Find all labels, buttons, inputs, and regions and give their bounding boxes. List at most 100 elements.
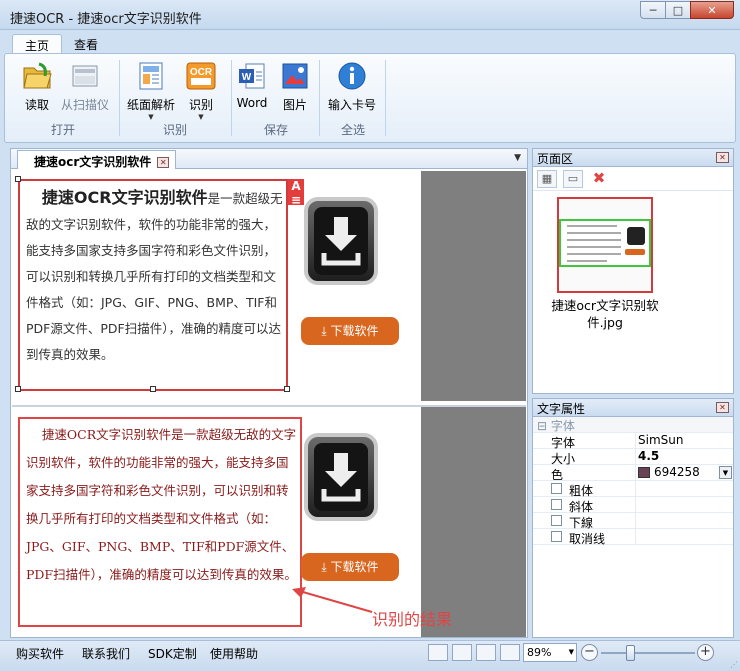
pages-pane: 页面区 ✕ ▦ ▭ ✖ 捷速ocr文字识别软件.jpg: [532, 148, 734, 394]
thumbnail-view-icon[interactable]: ▦: [537, 169, 557, 188]
recognized-page: 捷速OCR文字识别软件是一款超级无敌的文字识别软件，软件的功能非常的强大，能支持…: [12, 405, 526, 637]
group-recognize: 纸面解析 ▼ OCR 识别 ▼ 识别: [121, 58, 229, 140]
contact-us-link[interactable]: 联系我们: [82, 645, 130, 662]
color-dropdown-icon[interactable]: ▼: [719, 466, 732, 479]
prop-color[interactable]: 色 694258 ▼: [533, 465, 733, 482]
color-swatch: [638, 467, 650, 478]
svg-text:W: W: [242, 72, 252, 83]
ocr-icon: OCR: [186, 62, 216, 90]
blank-page-icon[interactable]: ▭: [563, 169, 583, 188]
prop-strikethrough[interactable]: 取消线: [533, 529, 733, 546]
bold-checkbox[interactable]: [551, 483, 562, 494]
prop-size[interactable]: 大小 4.5: [533, 449, 733, 466]
resize-handle[interactable]: [15, 386, 21, 392]
read-button[interactable]: 读取: [19, 60, 55, 113]
tab-home[interactable]: 主页: [12, 34, 63, 54]
download-software-button: ⤓ 下载软件: [301, 317, 399, 345]
enter-card-number-button[interactable]: 输入卡号: [323, 60, 381, 113]
resize-handle[interactable]: [150, 386, 156, 392]
page-analysis-button[interactable]: 纸面解析 ▼: [123, 60, 179, 121]
annotation-arrow-icon: [292, 587, 373, 613]
recognize-button[interactable]: OCR 识别 ▼: [183, 60, 219, 121]
title-bar: 捷速OCR - 捷速ocr文字识别软件 ─ □ ✕: [0, 0, 740, 30]
italic-checkbox[interactable]: [551, 499, 562, 510]
window-controls: ─ □ ✕: [640, 1, 734, 19]
resize-grip[interactable]: ⋰: [730, 660, 738, 669]
close-button[interactable]: ✕: [690, 1, 734, 19]
prop-underline[interactable]: 下線: [533, 513, 733, 530]
folder-open-icon: [23, 62, 52, 89]
delete-page-icon[interactable]: ✖: [589, 170, 609, 188]
zoom-in-icon[interactable]: +: [697, 644, 714, 661]
zoom-slider-track[interactable]: [601, 652, 695, 654]
ribbon-separator: [119, 60, 120, 136]
status-bar: 购买软件 联系我们 SDK定制 使用帮助 89% ▼ − + ⋰: [0, 640, 740, 671]
close-pane-icon[interactable]: ✕: [716, 152, 729, 163]
strikethrough-checkbox[interactable]: [551, 531, 562, 542]
group-open: 读取 从扫描仪 打开: [11, 58, 115, 140]
buy-software-link[interactable]: 购买软件: [16, 645, 64, 662]
svg-text:OCR: OCR: [190, 67, 213, 78]
zoom-slider-thumb[interactable]: [626, 645, 635, 661]
font-category[interactable]: ⊟ 字体: [533, 417, 733, 433]
scanner-button[interactable]: 从扫描仪: [59, 60, 111, 113]
size-value[interactable]: 4.5: [635, 449, 733, 464]
page-thumbnail[interactable]: [557, 197, 653, 293]
prop-italic[interactable]: 斜体: [533, 497, 733, 514]
download-arrow-icon: [321, 217, 361, 266]
prop-bold[interactable]: 粗体: [533, 481, 733, 498]
close-pane-icon[interactable]: ✕: [716, 402, 729, 413]
image-view-icon[interactable]: [452, 644, 472, 661]
document-tab[interactable]: 捷速ocr文字识别软件 ✕: [17, 150, 177, 169]
save-word-button[interactable]: W Word: [233, 60, 271, 110]
fit-page-icon[interactable]: [428, 644, 448, 661]
text-view-icon[interactable]: [476, 644, 496, 661]
help-link[interactable]: 使用帮助: [210, 645, 258, 662]
group-label-select-all: 全选: [340, 123, 365, 137]
group-label-open: 打开: [50, 123, 75, 137]
sdk-custom-link[interactable]: SDK定制: [148, 645, 197, 662]
dropdown-arrow-icon: ▼: [148, 113, 154, 121]
ribbon-separator: [319, 60, 320, 136]
close-tab-icon[interactable]: ✕: [157, 157, 170, 168]
resize-handle[interactable]: [15, 176, 21, 182]
zoom-out-icon[interactable]: −: [581, 644, 598, 661]
recognition-region[interactable]: [18, 179, 288, 391]
scanner-icon: [72, 65, 98, 87]
underline-checkbox[interactable]: [551, 515, 562, 526]
ribbon-tabs: 主页 查看: [0, 30, 740, 54]
page-layout-icon: [139, 62, 163, 90]
annotation-label: 识别的结果: [372, 610, 453, 629]
prop-font[interactable]: 字体 SimSun: [533, 433, 733, 450]
document-pane: 捷速ocr文字识别软件 ✕ ▼ 捷速OCR文字识别软件是一款超级无敌的文字识别软件…: [10, 148, 528, 638]
download-app-icon: [304, 197, 378, 285]
text-region-badge[interactable]: A ≡: [288, 179, 304, 207]
maximize-button[interactable]: □: [665, 1, 691, 19]
color-value[interactable]: 694258 ▼: [635, 465, 733, 480]
properties-pane-header: 文字属性 ✕: [533, 399, 733, 417]
dropdown-arrow-icon: ▼: [198, 113, 204, 121]
tab-view[interactable]: 查看: [62, 34, 110, 54]
ribbon: 读取 从扫描仪 打开 纸面解析 ▼ OCR 识别 ▼ 识别 W Word 图片 …: [4, 53, 736, 143]
document-tab-bar: 捷速ocr文字识别软件 ✕ ▼: [11, 149, 527, 169]
tab-list-dropdown-icon[interactable]: ▼: [514, 153, 521, 163]
image-icon: [282, 63, 308, 89]
thumbnail-download-icon: [627, 227, 645, 245]
minimize-button[interactable]: ─: [640, 1, 666, 19]
group-label-save: 保存: [263, 123, 288, 137]
zoom-select[interactable]: 89% ▼: [523, 643, 577, 662]
text-properties-pane: 文字属性 ✕ ⊟ 字体 字体 SimSun 大小 4.5 色 694258 ▼ 粗…: [532, 398, 734, 638]
ribbon-separator: [231, 60, 232, 136]
window-title: 捷速OCR - 捷速ocr文字识别软件: [10, 12, 202, 27]
pages-pane-header: 页面区 ✕: [533, 149, 733, 167]
save-image-button[interactable]: 图片: [277, 60, 313, 113]
ribbon-separator: [385, 60, 386, 136]
resize-handle[interactable]: [284, 386, 290, 392]
font-value[interactable]: SimSun: [635, 433, 733, 448]
pages-toolbar: ▦ ▭ ✖: [533, 167, 733, 191]
split-view-icon[interactable]: [500, 644, 520, 661]
download-arrow-icon: [321, 453, 361, 502]
recognized-text[interactable]: 捷速OCR文字识别软件是一款超级无敌的文字识别软件，软件的功能非常的强大，能支持…: [26, 421, 298, 589]
group-select-all: 输入卡号 全选: [321, 58, 385, 140]
page-margin: [421, 407, 526, 637]
